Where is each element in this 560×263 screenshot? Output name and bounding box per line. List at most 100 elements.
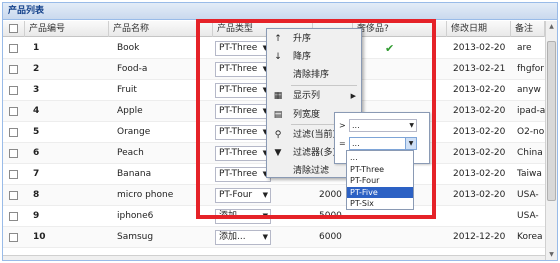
row-type-select[interactable]: PT-Three▼ [215, 167, 271, 182]
row-num: 3 [33, 85, 40, 95]
row-name: Peach [117, 148, 144, 158]
column-header-date[interactable]: 修改日期 [447, 21, 511, 37]
row-type-select[interactable]: PT-Three▼ [215, 41, 271, 56]
row-name: Book [117, 43, 140, 53]
row-type-select[interactable]: PT-Three▼ [215, 62, 271, 77]
dropdown-option[interactable]: PT-Three [347, 164, 413, 175]
row-checkbox[interactable] [9, 44, 18, 53]
horizontal-scrollbar[interactable] [3, 255, 545, 260]
row-checkbox[interactable] [9, 191, 18, 200]
chevron-down-icon: ▼ [262, 212, 268, 220]
scroll-thumb[interactable] [547, 41, 556, 201]
submenu-arrow-icon: ▶ [350, 92, 356, 100]
filter-icon: ⚲ [274, 130, 282, 140]
row-num: 10 [33, 232, 46, 242]
row-checkbox[interactable] [9, 107, 18, 116]
sort-asc-icon: ↑ [274, 34, 282, 44]
scroll-down-icon[interactable]: ▼ [547, 250, 556, 260]
row-num: 2 [33, 64, 40, 74]
column-width-icon: ▤ [273, 110, 283, 120]
menu-item-label: 降序 [293, 52, 312, 62]
row-date: 2013-02-20 [453, 169, 506, 179]
menu-item-label: 过滤(当前) [293, 130, 337, 140]
row-date [449, 206, 511, 227]
table-row[interactable]: 8 micro phone PT-Four ▼ 2000 2013-02-20 USA- [3, 185, 545, 206]
row-type-value: 添加... [219, 211, 246, 221]
row-type-value: PT-Three [219, 85, 258, 95]
select-all-checkbox[interactable] [9, 24, 18, 33]
vertical-scrollbar[interactable]: ▲ ▼ [545, 21, 557, 260]
column-header-remark[interactable]: 备注 [511, 21, 545, 37]
filter-eq-input[interactable]: ... ▼ [349, 137, 417, 150]
filter-gt-value: ... [352, 121, 360, 130]
row-type-select[interactable]: 添加... ▼ [215, 209, 271, 224]
row-name: Food-a [117, 64, 148, 74]
filter-eq-value: ... [352, 139, 360, 148]
row-checkbox[interactable] [9, 86, 18, 95]
row-remark: fhgfor [517, 64, 544, 74]
row-checkbox[interactable] [9, 212, 18, 221]
header-select-all-cell[interactable] [3, 21, 25, 37]
row-type-select[interactable]: 添加... ▼ [215, 230, 271, 245]
row-price: 6000 [319, 232, 342, 242]
table-row[interactable]: 10 Samsug 添加... ▼ 6000 2012-12-20 Korea [3, 227, 545, 248]
row-checkbox[interactable] [9, 233, 18, 242]
dropdown-option[interactable]: PT-Five [347, 186, 413, 198]
menu-item[interactable]: ▦ 显示列 ▶ [267, 87, 361, 105]
row-date: 2013-02-20 [453, 106, 506, 116]
row-type-value: PT-Four [219, 190, 253, 200]
columns-icon: ▦ [273, 91, 283, 101]
chevron-down-icon: ▼ [262, 233, 268, 241]
column-header-luxury[interactable]: 奢侈品? [353, 21, 447, 37]
dropdown-option[interactable]: ... [347, 152, 413, 163]
row-remark: USA- [517, 190, 539, 200]
checkmark-icon: ✔ [385, 42, 395, 55]
menu-item[interactable]: ↓ 降序 [267, 48, 361, 66]
filter-eq-operator: = [339, 139, 346, 148]
menu-item-label: 清除过滤 [293, 166, 330, 176]
column-header-num[interactable]: 产品编号 [25, 21, 109, 37]
filter-gt-input[interactable]: ... ▼ [349, 119, 417, 132]
menu-item[interactable]: 清除排序 [267, 66, 361, 84]
row-date: 2013-02-20 [453, 190, 506, 200]
row-type-value: PT-Three [219, 169, 258, 179]
column-header-name[interactable]: 产品名称 [109, 21, 213, 37]
row-name: Orange [117, 127, 151, 137]
row-checkbox[interactable] [9, 149, 18, 158]
row-checkbox[interactable] [9, 65, 18, 74]
row-type-value: 添加... [219, 232, 246, 242]
dropdown-option[interactable]: PT-Six [347, 198, 413, 209]
table-row[interactable]: 9 iphone6 添加... ▼ 5000 USA- [3, 206, 545, 227]
chevron-down-icon: ▼ [262, 191, 268, 199]
row-remark: Korea [517, 232, 543, 242]
row-date: 2013-02-21 [453, 64, 506, 74]
dropdown-trigger-icon[interactable]: ▼ [405, 138, 416, 149]
row-checkbox[interactable] [9, 170, 18, 179]
row-name: Fruit [117, 85, 137, 95]
dropdown-option[interactable]: PT-Four [347, 175, 413, 186]
row-remark: ipad-a [517, 106, 545, 116]
row-checkbox[interactable] [9, 128, 18, 137]
panel-title: 产品列表 [3, 3, 557, 20]
row-remark: O2-no [517, 127, 545, 137]
filter-gt-operator: > [339, 121, 346, 130]
row-num: 8 [33, 190, 40, 200]
menu-item[interactable]: ↑ 升序 [267, 30, 361, 48]
row-name: micro phone [117, 190, 174, 200]
type-dropdown-list: ... PT-Three PT-Four PT-Five PT-Six [346, 150, 414, 210]
row-remark: China [517, 148, 543, 158]
row-type-value: PT-Three [219, 64, 258, 74]
scroll-up-icon[interactable]: ▲ [547, 22, 556, 32]
chevron-down-icon: ▼ [409, 122, 414, 129]
row-remark: anyw [517, 85, 541, 95]
row-type-select[interactable]: PT-Three▼ [215, 104, 271, 119]
row-name: Banana [117, 169, 152, 179]
row-type-select[interactable]: PT-Three▼ [215, 146, 271, 161]
row-type-select[interactable]: PT-Three▼ [215, 125, 271, 140]
row-type-value: PT-Three [219, 127, 258, 137]
row-num: 5 [33, 127, 40, 137]
menu-item-label: 列宽度 [293, 110, 321, 120]
row-date: 2013-02-20 [453, 127, 506, 137]
row-type-select[interactable]: PT-Four ▼ [215, 188, 271, 203]
row-type-select[interactable]: PT-Three▼ [215, 83, 271, 98]
